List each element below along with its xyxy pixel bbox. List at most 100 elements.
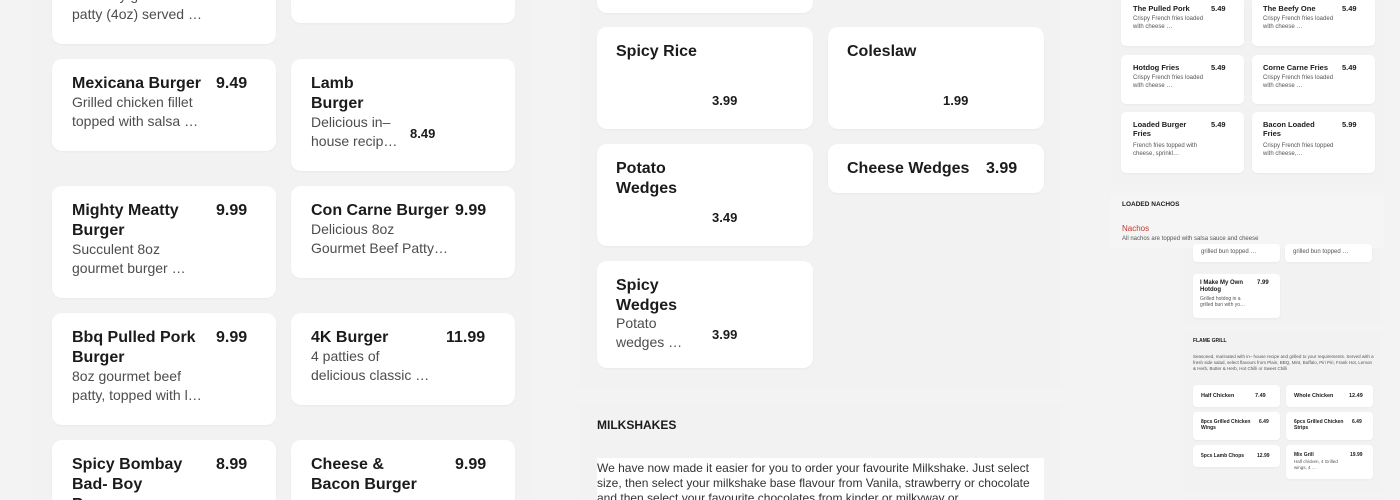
mini-item-price: 7.99: [1257, 280, 1269, 286]
mini-item-price: 5.49: [1342, 63, 1357, 72]
menu-item-price: 3.49: [712, 210, 738, 225]
mini-item-name: Bacon Loaded Fries: [1263, 120, 1315, 138]
mini-item-description: grilled bun topped …: [1293, 249, 1349, 255]
menu-item-name: Lamb Burger: [311, 75, 364, 112]
mini-menu-card[interactable]: 6pcs Grilled Chicken Strips 6.49: [1286, 412, 1373, 440]
menu-item-card[interactable]: 4K Burger 4 patties of delicious classic…: [291, 313, 515, 405]
menu-item-card[interactable]: Mexicana Burger Grilled chicken fillet t…: [52, 59, 276, 151]
mini-item-name: The Pulled Pork: [1133, 4, 1190, 13]
mini-item-description: Crispy French fries loaded with cheese …: [1263, 16, 1334, 30]
menu-item-card[interactable]: Cheese Wedges 3.99: [828, 144, 1044, 193]
section-heading: MILKSHAKES: [597, 418, 677, 432]
menu-item-name: Spicy Wedges: [616, 277, 678, 314]
menu-item-card[interactable]: Cheese & Bacon Burger 9.99: [291, 440, 515, 500]
menu-item-name: Con Carne Burger: [311, 202, 449, 219]
mini-item-description: Grilled hotdog in a grilled bun with yo…: [1200, 296, 1246, 308]
menu-item-price: 1.99: [943, 93, 969, 108]
mini-menu-card[interactable]: Mix Grill Half chicken, 4 Grilled wings,…: [1286, 445, 1373, 479]
menu-item-name: Spicy Bombay Bad- Boy Burger: [72, 456, 183, 500]
mini-item-name: Whole Chicken: [1294, 393, 1334, 399]
milkshake-text: We have now made it easier for you to or…: [597, 461, 1030, 500]
mini-item-description: Crispy French fries loaded with cheese …: [1263, 75, 1334, 89]
menu-item-card[interactable]: Con Carne Burger Delicious 8oz Gourmet B…: [291, 186, 515, 278]
mini-item-name: 5pcs Lamb Chops: [1201, 453, 1245, 459]
menu-item-name: Spicy Rice: [616, 43, 697, 60]
menu-item-price: 9.99: [455, 456, 487, 473]
menu-item-name: Bbq Pulled Pork Burger: [72, 329, 196, 366]
mini-menu-card[interactable]: Loaded Burger Fries French fries topped …: [1121, 112, 1244, 173]
mini-menu-card[interactable]: grilled bun topped …: [1285, 244, 1372, 262]
menu-item-price: 8.49: [410, 126, 436, 141]
mini-item-price: 6.49: [1352, 419, 1362, 425]
mini-menu-card[interactable]: Corne Carne Fries Crispy French fries lo…: [1252, 55, 1375, 104]
menu-item-name: 4K Burger: [311, 329, 389, 346]
menu-item-card[interactable]: Spicy Wedges Potato wedges … 3.99: [597, 261, 813, 368]
menu-item-description: 4 patties of delicious classic …: [311, 348, 430, 383]
menu-item-name: Coleslaw: [847, 43, 917, 60]
menu-item-name: Cheese & Bacon Burger: [311, 456, 417, 493]
menu-item-description: Succulent 8oz gourmet burger …: [72, 241, 186, 276]
mini-item-price: 12.99: [1257, 453, 1270, 459]
menu-item-card[interactable]: Spicy Rice 3.99: [597, 27, 813, 129]
menu-item-description: 8oz gourmet beef patty, topped with l…: [72, 368, 202, 403]
mini-item-name: 6pcs Grilled Chicken Strips: [1294, 419, 1344, 431]
mini-nachos-section: LOADED NACHOS Nachos All nachos are topp…: [1111, 193, 1384, 248]
mini-item-price: 5.49: [1211, 120, 1226, 129]
mini-item-description: Crispy French fries loaded with cheese …: [1133, 75, 1204, 89]
menu-item-card[interactable]: Spicy Bombay Bad- Boy Burger 8.99: [52, 440, 276, 500]
menu-item-card[interactable]: Perfectly grilled beef patty (4oz) serve…: [52, 0, 276, 44]
menu-item-card[interactable]: Bbq Pulled Pork Burger 8oz gourmet beef …: [52, 313, 276, 425]
menu-item-price: 11.99: [446, 329, 486, 346]
menu-item-price: 9.99: [216, 329, 248, 346]
section-heading: FLAME GRILL: [1193, 338, 1227, 344]
mini-menu-card[interactable]: I Make My Own Hotdog Grilled hotdog in a…: [1193, 274, 1280, 318]
mini-item-name: Mix Grill: [1294, 452, 1314, 458]
mini-flame-grill-panel: FLAME GRILL Seasoned, marinated with in–…: [1185, 332, 1382, 492]
mini-fries-panel: The Pulled Pork Crispy French fries load…: [1111, 0, 1384, 184]
mini-nachos-name[interactable]: Nachos: [1122, 224, 1149, 233]
mini-menu-card[interactable]: The Beefy One Crispy French fries loaded…: [1252, 0, 1375, 46]
mini-item-price: 6.49: [1259, 419, 1269, 425]
mini-menu-card[interactable]: 8pcs Grilled Chicken Wings 6.49: [1193, 412, 1280, 440]
mini-item-price: 5.99: [1342, 120, 1357, 129]
section-description: Seasoned, marinated with in– house recip…: [1193, 354, 1374, 371]
menu-item-description: Delicious in–house recip…: [311, 114, 398, 149]
mini-menu-card[interactable]: 5pcs Lamb Chops 12.99: [1193, 445, 1280, 467]
menu-item-price: 3.99: [986, 160, 1018, 177]
mini-item-name: Loaded Burger Fries: [1133, 120, 1187, 138]
mini-item-name: The Beefy One: [1263, 4, 1316, 13]
menu-item-price: 8.99: [216, 456, 248, 473]
menu-item-card[interactable]: [291, 0, 515, 23]
mini-item-price: 5.49: [1342, 4, 1357, 13]
section-description: We have now made it easier for you to or…: [597, 458, 1044, 500]
mini-menu-card[interactable]: Half Chicken 7.49: [1193, 385, 1280, 407]
mini-item-name: Hotdog Fries: [1133, 63, 1180, 72]
mini-item-description: grilled bun topped …: [1201, 249, 1257, 255]
mini-menu-card[interactable]: grilled bun topped …: [1193, 244, 1280, 262]
menu-item-card[interactable]: Coleslaw 1.99: [828, 27, 1044, 129]
mini-menu-card[interactable]: Whole Chicken 12.49: [1286, 385, 1373, 407]
mini-menu-card[interactable]: Bacon Loaded Fries Crispy French fries t…: [1252, 112, 1375, 173]
mini-item-name: I Make My Own Hotdog: [1200, 280, 1244, 293]
mini-item-name: Half Chicken: [1201, 393, 1235, 399]
menu-item-description: Potato wedges …: [616, 315, 683, 350]
milkshakes-panel: MILKSHAKES We have now made it easier fo…: [578, 404, 1062, 500]
mini-menu-card[interactable]: Hotdog Fries Crispy French fries loaded …: [1121, 55, 1244, 104]
menu-item-card[interactable]: Lamb Burger Delicious in–house recip… 8.…: [291, 59, 515, 171]
menu-item-price: 3.99: [712, 93, 738, 108]
menu-item-card[interactable]: [597, 0, 813, 13]
mini-item-price: 5.49: [1211, 63, 1226, 72]
mini-item-price: 12.49: [1349, 393, 1363, 399]
mini-item-description: Crispy French fries topped with cheese,…: [1263, 143, 1334, 157]
menu-item-name: Mexicana Burger: [72, 75, 201, 92]
menu-item-card[interactable]: Potato Wedges 3.49: [597, 144, 813, 246]
mini-item-price: 7.49: [1255, 393, 1266, 399]
mini-hotdogs-panel: grilled bun topped … grilled bun topped …: [1185, 244, 1382, 324]
mini-item-price: 19.99: [1350, 452, 1363, 458]
menu-item-card[interactable]: Mighty Meatty Burger Succulent 8oz gourm…: [52, 186, 276, 298]
menu-item-description: Perfectly grilled beef patty (4oz) serve…: [72, 0, 202, 22]
menu-item-name: Mighty Meatty Burger: [72, 202, 179, 239]
mini-menu-card[interactable]: The Pulled Pork Crispy French fries load…: [1121, 0, 1244, 46]
menu-item-name: Potato Wedges: [616, 160, 678, 197]
mini-item-description: Crispy French fries loaded with cheese …: [1133, 16, 1204, 30]
